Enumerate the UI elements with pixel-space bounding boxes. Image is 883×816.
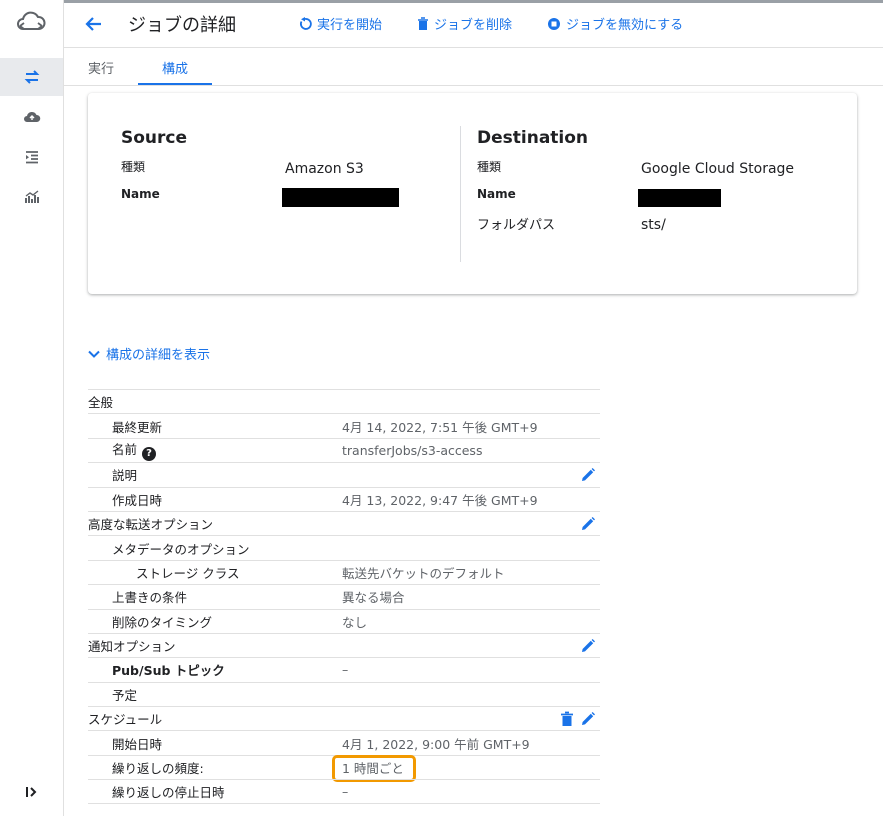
detail-row: 上書きの条件 異なる場合 xyxy=(88,584,600,608)
tab-bar: 実行 構成 xyxy=(64,48,883,86)
detail-key: Pub/Sub トピック xyxy=(112,663,225,679)
detail-row: スケジュール xyxy=(88,706,600,730)
detail-key: スケジュール xyxy=(88,712,163,728)
detail-value: 4月 14, 2022, 7:51 午後 GMT+9 xyxy=(342,419,538,435)
expand-rail-icon[interactable] xyxy=(22,782,42,802)
tab-runs[interactable]: 実行 xyxy=(88,58,114,77)
detail-row: 繰り返しの停止日時 – xyxy=(88,779,600,804)
detail-key: 通知オプション xyxy=(88,639,176,655)
detail-value: 転送先バケットのデフォルト xyxy=(342,565,505,581)
detail-value: transferJobs/s3-access xyxy=(342,442,483,458)
detail-key: メタデータのオプション xyxy=(112,541,250,557)
config-details-table: 全般最終更新 4月 14, 2022, 7:51 午後 GMT+9 名前? trans… xyxy=(88,389,600,804)
detail-key: 開始日時 xyxy=(112,736,163,752)
detail-value: 4月 1, 2022, 9:00 午前 GMT+9 xyxy=(342,736,530,752)
detail-key: 作成日時 xyxy=(112,492,163,508)
help-icon[interactable]: ? xyxy=(142,447,157,462)
start-run-button[interactable]: 実行を開始 xyxy=(298,14,382,33)
detail-row: 名前? transferJobs/s3-access xyxy=(88,437,600,462)
bar-trend-icon xyxy=(24,190,39,203)
detail-row: 作成日時 4月 13, 2022, 9:47 午後 GMT+9 xyxy=(88,486,600,511)
trash-icon xyxy=(418,16,428,30)
destination-folder-value: sts/ xyxy=(641,217,666,233)
disable-job-button[interactable]: ジョブを無効にする xyxy=(547,14,683,33)
detail-key: ストレージ クラス xyxy=(136,565,240,581)
rail-list-button[interactable] xyxy=(0,138,63,176)
rail-monitoring-button[interactable] xyxy=(0,178,63,216)
source-name-label: Name xyxy=(121,187,160,201)
detail-value: 4月 13, 2022, 9:47 午後 GMT+9 xyxy=(342,492,538,508)
detail-key: 最終更新 xyxy=(112,419,163,435)
edit-pencil-icon[interactable] xyxy=(580,467,596,486)
detail-key: 高度な転送オプション xyxy=(88,517,214,533)
page-header: ジョブの詳細 実行を開始 ジョブを削除 ジョブを無効にする xyxy=(64,3,883,48)
detail-row: メタデータのオプション xyxy=(88,535,600,559)
detail-key: 上書きの条件 xyxy=(112,590,188,606)
detail-value: – xyxy=(342,662,349,678)
detail-row: 削除のタイミング なし xyxy=(88,608,600,633)
page-title: ジョブの詳細 xyxy=(128,15,236,36)
detail-row: 全般 xyxy=(88,389,600,413)
destination-name-redacted xyxy=(638,189,721,207)
left-nav-rail xyxy=(0,0,64,816)
detail-key: 説明 xyxy=(112,468,138,484)
detail-value: 異なる場合 xyxy=(342,590,405,606)
detail-row: Pub/Sub トピック – xyxy=(88,657,600,681)
row-actions xyxy=(580,516,596,535)
detail-key: 名前? xyxy=(112,439,157,462)
back-arrow-icon[interactable] xyxy=(82,12,106,36)
destination-name-label: Name xyxy=(477,187,516,201)
show-config-details-toggle[interactable]: 構成の詳細を表示 xyxy=(86,344,210,363)
chevron-down-icon xyxy=(88,350,100,358)
source-destination-card: Source 種類 Amazon S3 Name Destination 種類 … xyxy=(88,93,857,294)
destination-type-label: 種類 xyxy=(477,160,502,174)
detail-row: 通知オプション xyxy=(88,632,600,657)
transfer-logo-icon[interactable] xyxy=(14,10,48,36)
detail-key: 予定 xyxy=(112,687,138,703)
detail-key: 繰り返しの頻度: xyxy=(112,761,204,777)
detail-row: 説明 xyxy=(88,462,600,486)
destination-type-value: Google Cloud Storage xyxy=(641,161,795,177)
rail-upload-button[interactable] xyxy=(0,98,63,136)
source-type-label: 種類 xyxy=(121,160,146,174)
delete-job-button[interactable]: ジョブを削除 xyxy=(417,14,512,33)
active-tab-indicator xyxy=(138,83,212,85)
detail-row: 最終更新 4月 14, 2022, 7:51 午後 GMT+9 xyxy=(88,413,600,437)
detail-row: 高度な転送オプション xyxy=(88,510,600,535)
detail-value: – xyxy=(342,783,349,799)
detail-key: 削除のタイミング xyxy=(112,614,213,630)
source-type-value: Amazon S3 xyxy=(285,161,364,177)
row-actions xyxy=(560,711,596,730)
edit-pencil-icon[interactable] xyxy=(580,638,596,657)
detail-row: 開始日時 4月 1, 2022, 9:00 午前 GMT+9 xyxy=(88,730,600,754)
tab-configuration[interactable]: 構成 xyxy=(162,58,188,77)
source-heading: Source xyxy=(121,128,188,148)
detail-row: ストレージ クラス 転送先バケットのデフォルト xyxy=(88,559,600,584)
row-actions xyxy=(580,467,596,486)
detail-key: 全般 xyxy=(88,395,114,411)
row-actions xyxy=(580,638,596,657)
trash-icon[interactable] xyxy=(560,711,574,730)
rail-transfer-button[interactable] xyxy=(0,58,63,96)
edit-pencil-icon[interactable] xyxy=(580,516,596,535)
disable-icon xyxy=(548,17,560,30)
detail-row: 繰り返しの頻度: 1 時間ごと xyxy=(88,754,600,782)
detail-row: 予定 xyxy=(88,681,600,706)
swap-arrows-icon xyxy=(24,70,39,84)
detail-key: 繰り返しの停止日時 xyxy=(112,784,225,800)
cloud-upload-icon xyxy=(23,111,40,122)
edit-pencil-icon[interactable] xyxy=(580,711,596,730)
card-divider xyxy=(460,126,461,262)
highlight-box xyxy=(332,754,416,782)
restart-icon xyxy=(300,16,312,30)
destination-heading: Destination xyxy=(477,128,589,148)
detail-value: なし xyxy=(342,614,368,630)
source-name-redacted xyxy=(282,188,399,207)
destination-folder-label: フォルダパス xyxy=(477,218,556,233)
indent-list-icon xyxy=(25,151,38,164)
